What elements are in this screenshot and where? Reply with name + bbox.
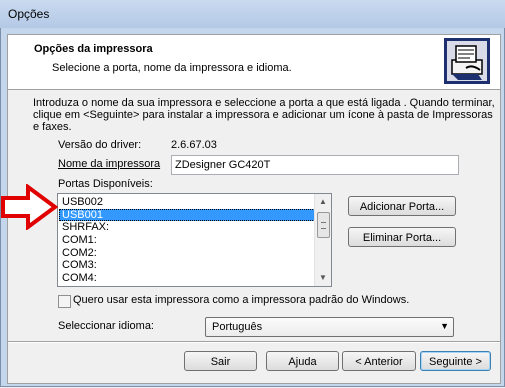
language-select[interactable]: Português ▼ bbox=[205, 317, 454, 337]
ports-list: USB002 USB001 SHRFAX: COM1: COM2: COM3: COM4: bbox=[59, 196, 315, 285]
port-list-item[interactable]: SHRFAX: bbox=[59, 221, 315, 234]
header-title: Opções da impressora bbox=[34, 43, 153, 55]
port-list-item[interactable]: USB002 bbox=[59, 196, 315, 209]
driver-version-value: 2.6.67.03 bbox=[171, 139, 217, 151]
ports-listbox[interactable]: USB002 USB001 SHRFAX: COM1: COM2: COM3: COM4: … bbox=[57, 193, 332, 287]
language-value: Português bbox=[212, 321, 263, 333]
annotation-arrow-icon bbox=[1, 184, 58, 230]
port-list-item[interactable]: COM3: bbox=[59, 259, 315, 272]
window-title: Opções bbox=[8, 7, 50, 21]
printer-name-field[interactable] bbox=[171, 155, 459, 175]
ports-scrollbar[interactable]: ▲ ▼ bbox=[314, 194, 331, 286]
wizard-header: Opções da impressora Selecione a porta, … bbox=[8, 35, 500, 90]
window-titlebar[interactable]: Opções bbox=[0, 0, 505, 29]
back-button[interactable]: < Anterior bbox=[342, 351, 416, 371]
next-button[interactable]: Seguinte > bbox=[420, 351, 491, 371]
port-list-item[interactable]: COM4: bbox=[59, 272, 315, 285]
language-label: Seleccionar idioma: bbox=[58, 320, 154, 332]
port-list-item[interactable]: USB001 bbox=[59, 208, 315, 222]
intro-text: Introduza o nome da sua impressora e sel… bbox=[33, 97, 495, 133]
chevron-down-icon[interactable]: ▼ bbox=[440, 321, 449, 331]
scroll-thumb[interactable] bbox=[317, 212, 330, 238]
add-port-button[interactable]: Adicionar Porta... bbox=[348, 196, 456, 216]
printer-name-label: Nome da impressora bbox=[58, 158, 161, 170]
port-list-item[interactable]: COM2: bbox=[59, 247, 315, 260]
scroll-up-icon[interactable]: ▲ bbox=[316, 195, 330, 209]
options-dialog: Opções da impressora Selecione a porta, … bbox=[7, 34, 501, 384]
default-printer-label: Quero usar esta impressora como a impres… bbox=[73, 294, 410, 306]
default-printer-checkbox[interactable] bbox=[58, 295, 71, 308]
help-button[interactable]: Ajuda bbox=[266, 351, 339, 371]
printer-wizard-icon bbox=[444, 38, 490, 84]
exit-button[interactable]: Sair bbox=[184, 351, 257, 371]
ports-label: Portas Disponíveis: bbox=[58, 178, 153, 190]
driver-version-label: Versão do driver: bbox=[58, 139, 142, 151]
scroll-down-icon[interactable]: ▼ bbox=[316, 271, 330, 285]
delete-port-button[interactable]: Eliminar Porta... bbox=[348, 227, 456, 247]
printer-name-input[interactable] bbox=[172, 156, 458, 174]
header-subtitle: Selecione a porta, nome da impressora e … bbox=[52, 62, 292, 74]
port-list-item[interactable]: COM1: bbox=[59, 234, 315, 247]
footer-separator bbox=[8, 341, 500, 343]
